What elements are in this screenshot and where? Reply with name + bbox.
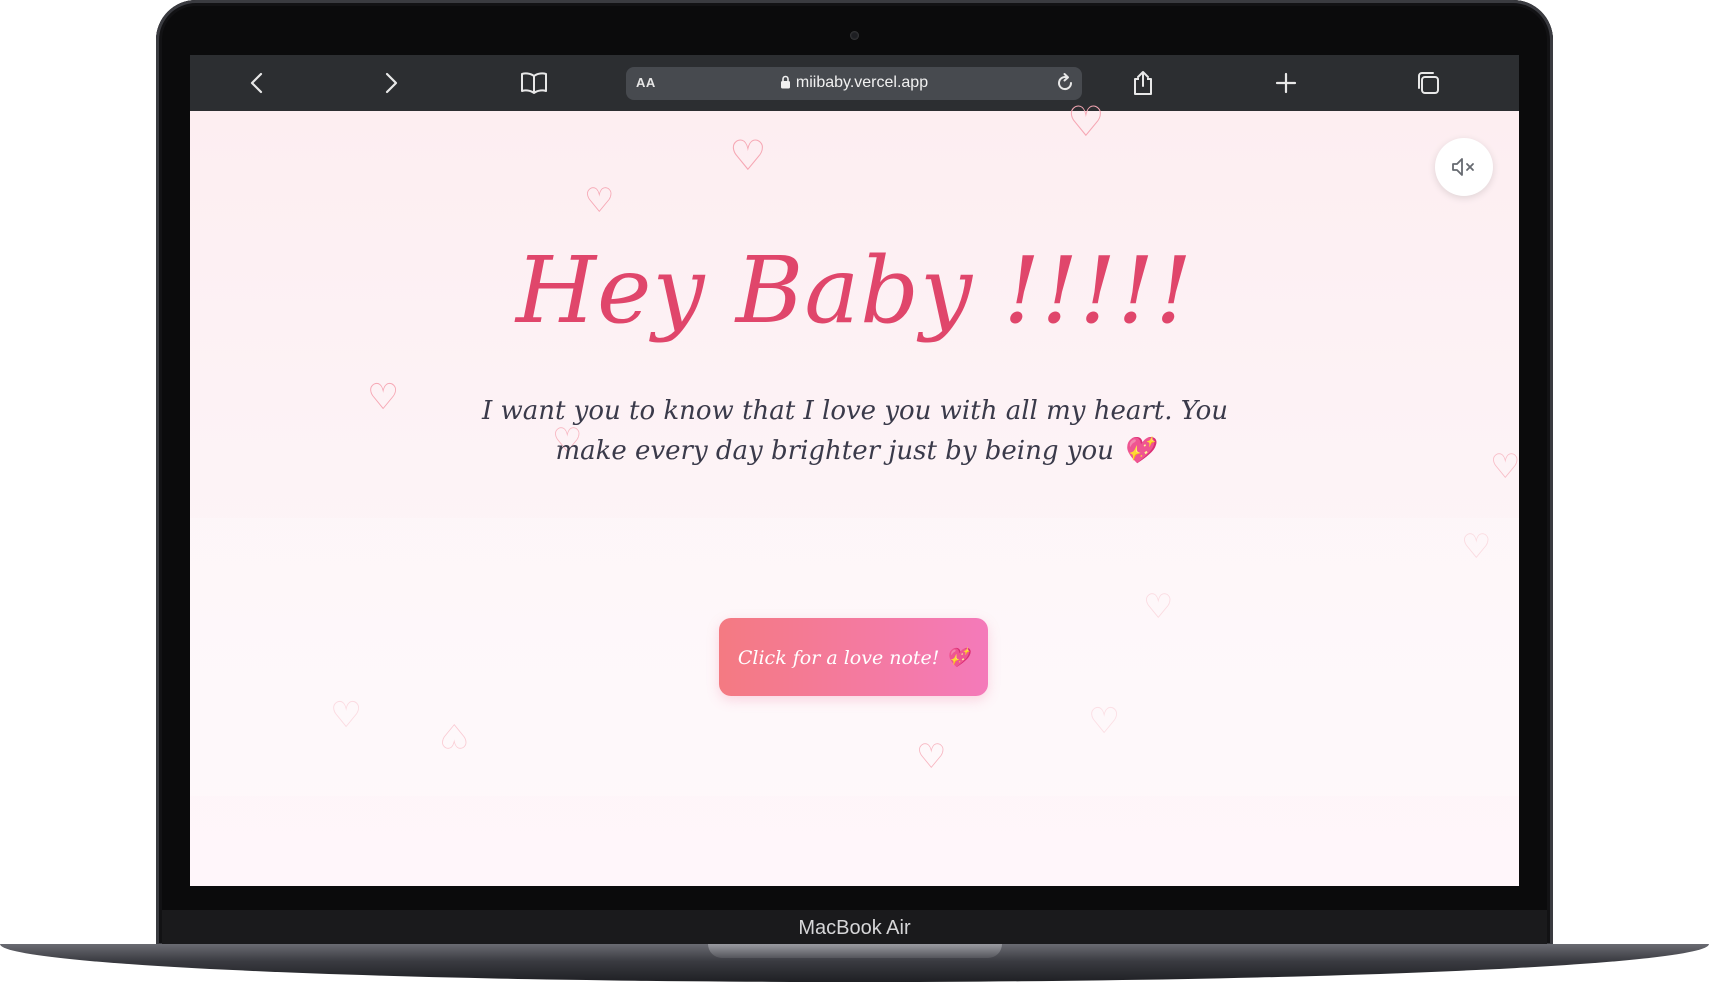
floating-heart-icon: ♡ <box>367 377 400 418</box>
url-text[interactable]: miibaby.vercel.app <box>796 74 928 91</box>
screen: AA miibaby.vercel.app ♡ ♡ ♡ ♡ ♡ ♡ ♡ ♡ ♡ … <box>190 55 1519 886</box>
floating-heart-icon: ♡ <box>1067 97 1105 146</box>
floating-heart-icon: ♡ <box>1143 587 1174 627</box>
page-title: Hey Baby !!!!! <box>515 237 1194 344</box>
love-message: I want you to know that I love you with … <box>481 396 1229 466</box>
tabs-icon[interactable] <box>1413 68 1443 98</box>
device-label: MacBook Air <box>798 916 911 939</box>
floating-heart-icon: ♡ <box>916 737 947 777</box>
camera-icon <box>850 31 859 40</box>
floating-heart-icon: ♡ <box>584 181 615 221</box>
love-note-button[interactable]: Click for a love note! 💖 <box>719 618 988 696</box>
floating-heart-icon: ♡ <box>1088 701 1121 742</box>
laptop-chin: MacBook Air <box>162 910 1547 946</box>
address-bar[interactable]: AA miibaby.vercel.app <box>626 67 1082 100</box>
laptop-hinge-notch <box>708 944 1002 958</box>
chevron-right-icon[interactable] <box>376 68 406 98</box>
browser-toolbar: AA miibaby.vercel.app <box>190 55 1519 111</box>
floating-heart-icon: ♡ <box>439 715 470 755</box>
plus-icon[interactable] <box>1271 68 1301 98</box>
floating-heart-icon: ♡ <box>1461 527 1492 567</box>
reload-icon[interactable] <box>1054 72 1076 98</box>
floating-heart-icon: ♡ <box>729 131 767 180</box>
floating-heart-icon: ♡ <box>1490 447 1519 487</box>
web-page: ♡ ♡ ♡ ♡ ♡ ♡ ♡ ♡ ♡ ♡ ♡ ♡ ♡ Hey Baby !!!!!… <box>190 97 1519 886</box>
share-icon[interactable] <box>1128 68 1158 98</box>
book-icon[interactable] <box>519 68 549 98</box>
mute-toggle-button[interactable] <box>1435 138 1493 196</box>
chevron-left-icon[interactable] <box>242 68 272 98</box>
speaker-muted-icon <box>1452 158 1474 176</box>
floating-heart-icon: ♡ <box>330 695 363 736</box>
lock-icon <box>780 75 791 94</box>
